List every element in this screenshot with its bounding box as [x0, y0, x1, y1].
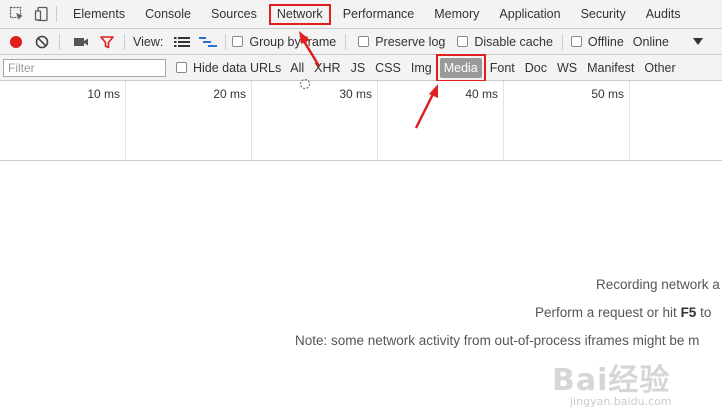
filter-type-doc[interactable]: Doc — [520, 58, 552, 78]
watermark-logo: Bai经验 — [552, 363, 671, 398]
hide-data-urls-checkbox[interactable]: Hide data URLs — [176, 61, 281, 75]
large-rows-button[interactable] — [171, 31, 193, 53]
divider — [56, 6, 57, 22]
waterfall-icon — [199, 36, 218, 47]
timeline-tick: 30 ms — [252, 81, 378, 160]
tab-network[interactable]: Network — [267, 0, 333, 29]
divider — [345, 33, 347, 50]
filter-type-manifest[interactable]: Manifest — [582, 58, 639, 78]
divider — [561, 33, 563, 50]
timeline-tick: 40 ms — [378, 81, 504, 160]
tab-security[interactable]: Security — [571, 0, 636, 29]
overview-button[interactable] — [197, 31, 219, 53]
record-icon — [10, 35, 22, 48]
filter-type-all[interactable]: All — [285, 58, 309, 78]
network-toolbar: View: Group by frame Preserve log Disabl… — [0, 29, 722, 55]
clear-icon — [35, 35, 49, 48]
iframes-note-message: Note: some network activity from out-of-… — [295, 333, 700, 348]
filter-type-font[interactable]: Font — [485, 58, 520, 78]
timeline-overview[interactable]: 10 ms 20 ms 30 ms 40 ms 50 ms — [0, 81, 722, 161]
checkbox-box[interactable] — [570, 36, 582, 47]
checkbox-box[interactable] — [176, 62, 187, 73]
dropdown-triangle-icon — [692, 37, 703, 45]
view-label: View: — [133, 34, 164, 49]
checkbox-box[interactable] — [232, 36, 244, 47]
recording-message: Recording network a — [596, 277, 720, 292]
device-toolbar-icon[interactable] — [34, 6, 50, 22]
filter-type-other[interactable]: Other — [639, 58, 680, 78]
tab-memory[interactable]: Memory — [424, 0, 489, 29]
filter-type-media[interactable]: Media — [435, 53, 486, 82]
video-camera-icon — [74, 37, 88, 46]
f5-key: F5 — [680, 305, 697, 320]
divider — [124, 33, 125, 50]
tab-sources[interactable]: Sources — [201, 0, 267, 29]
filter-type-ws[interactable]: WS — [552, 58, 582, 78]
tab-application[interactable]: Application — [489, 0, 570, 29]
filter-type-xhr[interactable]: XHR — [309, 58, 345, 78]
filter-toggle-button[interactable] — [96, 31, 118, 53]
inspect-element-icon[interactable] — [9, 6, 25, 22]
resource-type-filters: All XHR JS CSS Img Media Font Doc WS Man… — [285, 53, 680, 82]
capture-screenshots-button[interactable] — [70, 31, 92, 53]
watermark-url: jingyan.baidu.com — [570, 395, 672, 408]
record-button[interactable] — [5, 31, 27, 53]
checkbox-box[interactable] — [457, 36, 469, 47]
tab-audits[interactable]: Audits — [636, 0, 691, 29]
baidu-watermark: Bai经验 jingyan.baidu.com — [552, 355, 692, 408]
timeline-tick: 10 ms — [0, 81, 126, 160]
filter-type-js[interactable]: JS — [346, 58, 371, 78]
tab-console[interactable]: Console — [135, 0, 201, 29]
filter-input[interactable] — [3, 58, 166, 77]
perform-request-message: Perform a request or hit F5 to — [535, 305, 712, 320]
disable-cache-checkbox[interactable]: Disable cache — [457, 35, 553, 49]
divider — [59, 33, 60, 50]
filter-type-css[interactable]: CSS — [370, 58, 406, 78]
throttling-select[interactable]: Online — [633, 35, 703, 49]
filter-funnel-icon — [100, 35, 114, 48]
devtools-tab-bar: Elements Console Sources Network Perform… — [0, 0, 722, 29]
tab-performance[interactable]: Performance — [333, 0, 425, 29]
filter-type-img[interactable]: Img — [406, 58, 437, 78]
preserve-log-checkbox[interactable]: Preserve log — [358, 35, 445, 49]
divider — [225, 33, 227, 50]
checkbox-box[interactable] — [358, 36, 370, 47]
filter-bar: Hide data URLs All XHR JS CSS Img Media … — [0, 53, 722, 82]
timeline-tick: 20 ms — [126, 81, 252, 160]
clear-button[interactable] — [31, 31, 53, 53]
tab-elements[interactable]: Elements — [63, 0, 135, 29]
offline-checkbox[interactable]: Offline — [570, 35, 624, 49]
list-view-icon — [174, 36, 191, 47]
group-by-frame-checkbox[interactable]: Group by frame — [232, 35, 336, 49]
timeline-tick: 50 ms — [504, 81, 630, 160]
